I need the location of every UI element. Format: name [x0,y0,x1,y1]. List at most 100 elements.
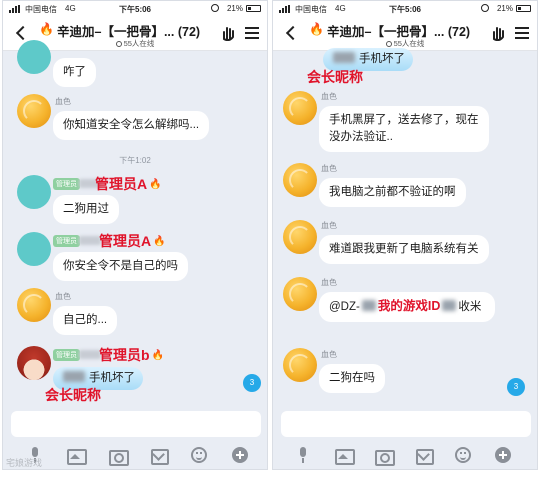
status-bar: 中国电信 4G 下午5:06 21% [3,1,267,17]
avatar[interactable] [17,40,51,74]
network-label: 4G [65,4,76,13]
message-bubble: 咋了 [53,58,96,87]
message-bubble: 二狗用过 [53,195,119,224]
blurred-name [333,52,355,63]
avatar[interactable] [17,288,51,322]
mention-text: @DZ- [329,301,360,313]
annotation-label: 会长昵称 [45,387,101,403]
sender-name: 血色 [55,97,71,106]
annotation-label: 我的游戏ID [377,299,441,313]
unread-count-badge[interactable]: 3 [507,378,525,396]
phone-screen-left: 中国电信 4G 下午5:06 21% 🔥 辛迪加–【一把骨】... (72) 5… [2,0,268,470]
avatar[interactable] [283,277,317,311]
carrier-label: 中国电信 [295,5,327,14]
mic-icon[interactable] [295,447,311,463]
camera-icon[interactable] [375,447,395,466]
online-icon [385,41,392,47]
menu-icon[interactable] [245,27,259,39]
admin-annotation: 管理员A 🔥 [99,231,166,251]
plus-icon[interactable] [495,447,511,463]
avatar[interactable] [17,232,51,266]
avatar[interactable] [283,348,317,382]
image-icon[interactable] [67,447,87,465]
message-bubble: 你安全令不是自己的吗 [53,252,188,281]
chat-area[interactable]: 手机坏了 会长昵称 血色 手机黑屏了，送去修了，现在没办法验证.. 血色 我电脑… [273,48,537,407]
battery-icon [246,5,261,12]
message-input[interactable] [281,411,531,437]
envelope-icon[interactable] [415,447,434,465]
message-bubble: 难道跟我更新了电脑系统有关 [319,235,489,264]
blurred-name [63,371,85,382]
fire-icon: 🔥 [39,22,54,36]
image-icon[interactable] [335,447,355,465]
annotation-label: 会长昵称 [307,69,363,85]
message-text: 手机坏了 [89,372,135,384]
admin-badge: 管理员 [53,235,80,247]
sender-name: 血色 [55,292,71,301]
online-count-label: 55人在线 [393,39,425,48]
blurred-name [79,350,101,359]
avatar[interactable] [17,94,51,128]
admin-annotation: 管理员A 🔥 [95,174,162,194]
signal-icon [279,5,293,13]
hand-gesture-icon[interactable] [221,25,237,41]
network-label: 4G [335,4,346,13]
hand-gesture-icon[interactable] [491,25,507,41]
admin-annotation-text: 管理员A [95,176,148,192]
admin-badge: 管理员 [53,178,80,190]
envelope-icon[interactable] [150,447,169,465]
sender-name: 血色 [321,350,337,359]
blurred-id [361,300,376,311]
admin-annotation-text: 管理员A [99,233,152,249]
menu-icon[interactable] [515,27,529,39]
camera-icon[interactable] [109,447,129,466]
battery-percent: 21% [226,4,243,13]
message-bubble: 自己的... [53,306,118,335]
message-text: 收米 [458,301,482,313]
emoji-icon[interactable] [455,447,471,463]
battery-icon [516,5,531,12]
unread-count-badge[interactable]: 3 [243,374,261,392]
online-icon [115,41,122,47]
battery-percent: 21% [496,4,513,13]
avatar[interactable] [17,346,51,380]
admin-annotation: 管理员b 🔥 [99,345,164,365]
fire-icon: 🔥 [309,22,324,36]
avatar[interactable] [283,163,317,197]
clock: 下午5:06 [118,5,152,14]
fire-icon: 🔥 [151,350,165,361]
blurred-id [442,300,457,311]
chat-header: 🔥 辛迪加–【一把骨】... (72) 55人在线 [273,17,537,51]
message-input[interactable] [11,411,261,437]
input-toolbar [273,441,537,469]
message-bubble: 你知道安全令怎么解绑吗... [53,111,210,140]
phone-screen-right: 中国电信 4G 下午5:06 21% 🔥 辛迪加–【一把骨】... (72) 5… [272,0,538,470]
fire-icon: 🔥 [153,236,166,247]
message-bubble: 二狗在吗 [319,364,385,393]
alarm-icon [211,4,219,12]
message-bubble: @DZ- 我的游戏ID 收米 [319,292,495,322]
sender-name: 血色 [321,221,337,230]
alarm-icon [481,4,489,12]
plus-icon[interactable] [232,447,248,463]
sender-name: 血色 [321,164,337,173]
emoji-icon[interactable] [191,447,207,463]
admin-annotation-text: 管理员b [99,347,150,363]
timestamp: 下午1:02 [119,156,151,165]
avatar[interactable] [283,91,317,125]
watermark: 宅娘游戏 [6,458,43,468]
sender-name: 血色 [321,278,337,287]
admin-badge: 管理员 [53,349,80,361]
fire-icon: 🔥 [149,179,162,190]
chat-area[interactable]: 咋了 血色 你知道安全令怎么解绑吗... 下午1:02 管理员 管理员A 🔥 二狗… [3,40,267,407]
message-bubble: 手机黑屏了，送去修了，现在没办法验证.. [319,106,489,152]
message-text: 手机坏了 [359,53,405,65]
avatar[interactable] [283,220,317,254]
carrier-label: 中国电信 [25,5,57,14]
status-bar: 中国电信 4G 下午5:06 21% [273,1,537,17]
avatar[interactable] [17,175,51,209]
clock: 下午5:06 [388,5,422,14]
signal-icon [9,5,23,13]
message-bubble: 我电脑之前都不验证的啊 [319,178,466,207]
blurred-name [79,236,101,245]
